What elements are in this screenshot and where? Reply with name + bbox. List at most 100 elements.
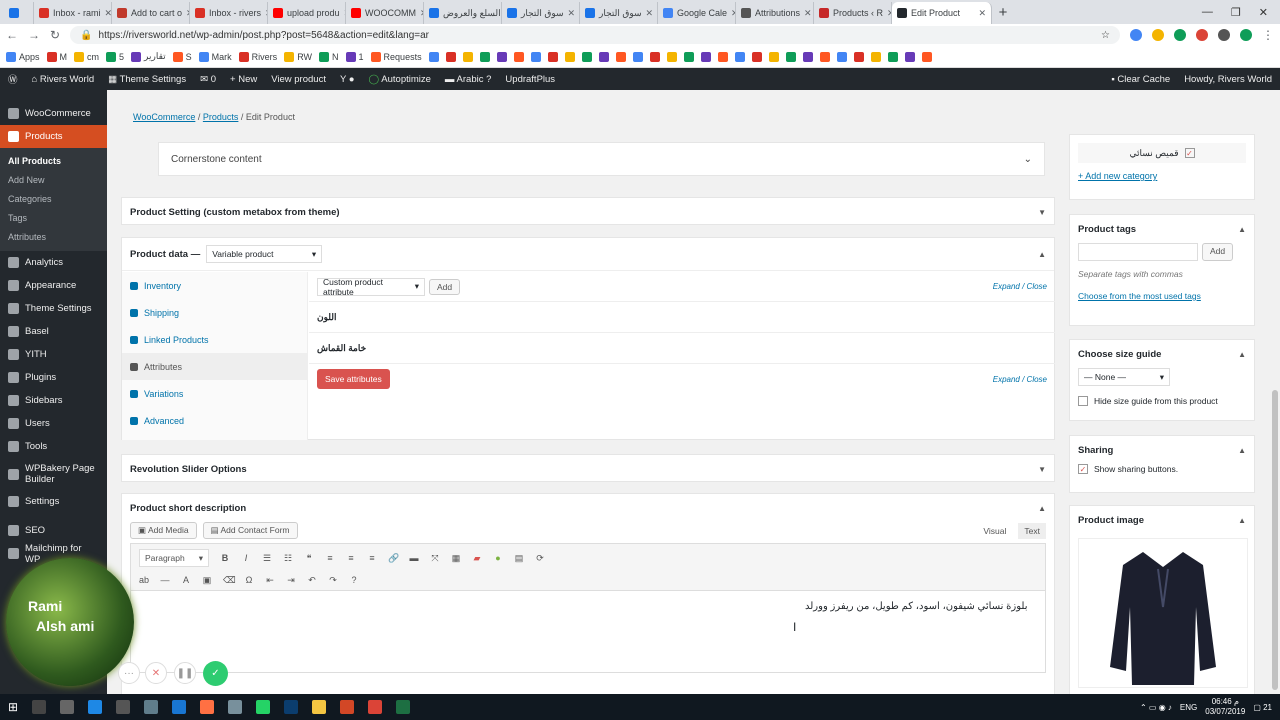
new-link[interactable]: + New <box>230 74 257 85</box>
expand-close-link[interactable]: Expand / Close <box>993 375 1047 384</box>
clock[interactable]: 06:46 م 03/07/2019 <box>1205 697 1245 717</box>
breadcrumb-products[interactable]: Products <box>203 112 239 122</box>
browser-tab[interactable]: سوق التجار ✕ <box>580 2 658 24</box>
submenu-categories[interactable]: Categories <box>0 190 107 209</box>
outdent-icon[interactable]: ⇤ <box>265 575 275 585</box>
sidebar-item-tools[interactable]: Tools <box>0 435 107 458</box>
shortcode-icon[interactable]: ▤ <box>514 553 524 563</box>
add-media-button[interactable]: ▣ Add Media <box>130 522 197 539</box>
italic-icon[interactable]: I <box>241 553 251 563</box>
strikethrough-icon[interactable]: ab <box>139 575 149 585</box>
sidebar-item-seo[interactable]: SEO <box>0 519 107 542</box>
special-char-icon[interactable]: Ω <box>244 575 254 585</box>
bookmark-icon[interactable] <box>904 51 915 62</box>
close-icon[interactable]: ✕ <box>568 8 576 19</box>
toggle-arrow-icon[interactable]: ▼ <box>1038 465 1046 474</box>
edge-icon[interactable] <box>88 700 103 714</box>
app-icon[interactable] <box>144 700 159 714</box>
add-attribute-button[interactable]: Add <box>429 278 461 295</box>
extension-icon[interactable] <box>1196 29 1208 41</box>
bookmark-item[interactable]: Apps <box>6 51 40 62</box>
bookmark-icon[interactable] <box>632 51 643 62</box>
checkbox[interactable]: ✓ <box>1078 464 1088 474</box>
bookmark-item[interactable]: Mark <box>198 51 232 62</box>
sidebar-item-sidebars[interactable]: Sidebars <box>0 389 107 412</box>
profile-icon[interactable] <box>1240 29 1252 41</box>
sidebar-item-theme-settings[interactable]: Theme Settings <box>0 297 107 320</box>
pause-icon[interactable]: ❚❚ <box>174 662 196 684</box>
calculator-icon[interactable] <box>116 700 131 714</box>
close-icon[interactable]: ✕ <box>145 662 167 684</box>
tab-variations[interactable]: Variations <box>122 380 307 407</box>
tab-linked-products[interactable]: Linked Products <box>122 326 307 353</box>
submenu-tags[interactable]: Tags <box>0 209 107 228</box>
sidebar-item-yith[interactable]: YITH <box>0 343 107 366</box>
align-left-icon[interactable]: ≡ <box>325 553 335 563</box>
add-contact-form-button[interactable]: ▤ Add Contact Form <box>202 522 298 539</box>
tag-input[interactable] <box>1078 243 1198 261</box>
new-tab-button[interactable]: + <box>992 4 1014 21</box>
toggle-arrow-icon[interactable]: ▼ <box>1038 208 1046 217</box>
browser-tab[interactable]: WOOCOMM✕ <box>346 2 424 24</box>
editor-body[interactable]: بلوزة نسائي شيفون، اسود، كم طويل، من ريف… <box>130 591 1046 673</box>
text-tab[interactable]: Text <box>1018 522 1046 539</box>
sidebar-item-settings[interactable]: Settings <box>0 490 107 513</box>
folder-icon[interactable] <box>312 700 327 714</box>
yoast-icon[interactable]: Y ● <box>340 74 355 85</box>
close-icon[interactable]: ✕ <box>804 8 812 19</box>
tab-attributes[interactable]: Attributes <box>122 353 307 380</box>
browser-tab[interactable]: سوق التجار ✕ <box>502 2 580 24</box>
extension-icon[interactable] <box>1174 29 1186 41</box>
bookmark-item[interactable]: تقارير <box>131 51 166 62</box>
sidebar-item-appearance[interactable]: Appearance <box>0 274 107 297</box>
forward-icon[interactable]: → <box>28 28 40 42</box>
bookmark-icon[interactable] <box>751 51 762 62</box>
tab-advanced[interactable]: Advanced <box>122 407 307 434</box>
bookmark-item[interactable]: 5 <box>106 51 124 62</box>
attribute-select[interactable]: Custom product attribute ▾ <box>317 277 425 297</box>
browser-tab-active[interactable]: Edit Product ✕ <box>892 2 992 24</box>
save-attributes-button[interactable]: Save attributes <box>317 369 390 389</box>
paste-text-icon[interactable]: ▣ <box>202 575 212 585</box>
language-link[interactable]: ▬ Arabic ? <box>445 74 492 85</box>
wordpress-logo-icon[interactable]: Ⓦ <box>8 72 18 86</box>
redo-icon[interactable]: ↷ <box>328 575 338 585</box>
visual-tab[interactable]: Visual <box>977 523 1012 539</box>
checkbox[interactable] <box>1078 396 1088 406</box>
maximize-icon[interactable]: ❐ <box>1231 6 1241 19</box>
star-icon[interactable]: ☆ <box>1101 30 1110 41</box>
updraft-link[interactable]: UpdraftPlus <box>505 74 555 85</box>
sidebar-item-analytics[interactable]: Analytics <box>0 251 107 274</box>
notifications-icon[interactable]: ▢ 21 <box>1253 703 1272 712</box>
refresh-icon[interactable]: ⟳ <box>535 553 545 563</box>
theme-settings-link[interactable]: ▦ Theme Settings <box>108 74 186 85</box>
firefox-icon[interactable] <box>200 700 215 714</box>
toggle-arrow-icon[interactable]: ▲ <box>1238 350 1246 359</box>
windows-start-icon[interactable]: ⊞ <box>8 700 18 714</box>
bookmark-icon[interactable] <box>819 51 830 62</box>
bookmark-icon[interactable] <box>649 51 660 62</box>
bookmark-icon[interactable] <box>887 51 898 62</box>
bold-icon[interactable]: B <box>220 553 230 563</box>
sidebar-item-plugins[interactable]: Plugins <box>0 366 107 389</box>
browser-tab[interactable]: Add to cart o✕ <box>112 2 190 24</box>
bookmark-icon[interactable] <box>785 51 796 62</box>
browser-tab[interactable]: السلع والعروض✕ <box>424 2 502 24</box>
submenu-add-new[interactable]: Add New <box>0 171 107 190</box>
most-used-tags-link[interactable]: Choose from the most used tags <box>1070 279 1254 301</box>
attribute-row[interactable]: اللون <box>309 302 1055 333</box>
chevron-down-icon[interactable]: ⌄ <box>1024 154 1032 165</box>
submenu-attributes[interactable]: Attributes <box>0 228 107 247</box>
browser-tab[interactable]: Google Cale✕ <box>658 2 736 24</box>
plugin-icon[interactable]: ● <box>493 553 503 563</box>
undo-icon[interactable]: ↶ <box>307 575 317 585</box>
bookmark-item[interactable]: cm <box>74 51 99 62</box>
close-icon[interactable]: ✕ <box>646 8 654 19</box>
indent-icon[interactable]: ⇥ <box>286 575 296 585</box>
bookmark-icon[interactable] <box>853 51 864 62</box>
bookmark-icon[interactable] <box>836 51 847 62</box>
breadcrumb-woocommerce[interactable]: WooCommerce <box>133 112 195 122</box>
sidebar-item-basel[interactable]: Basel <box>0 320 107 343</box>
chrome-icon[interactable] <box>368 700 383 714</box>
bookmark-icon[interactable] <box>700 51 711 62</box>
